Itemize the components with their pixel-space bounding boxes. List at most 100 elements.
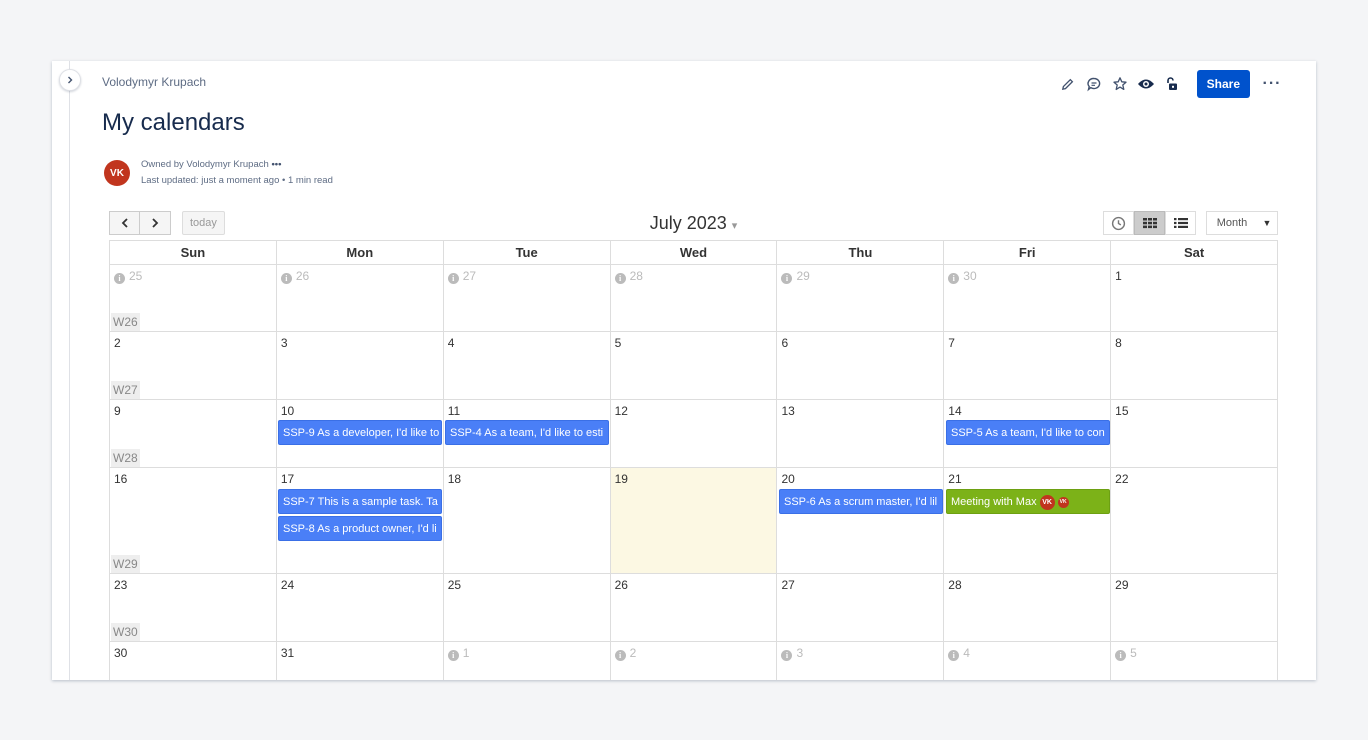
week-number[interactable]: W27 (111, 381, 140, 399)
calendar-event[interactable]: SSP-9 As a developer, I'd like to (278, 420, 442, 445)
list-view-icon[interactable] (1165, 211, 1196, 235)
week-number[interactable]: W29 (111, 555, 140, 573)
day-cell[interactable]: i 29 (777, 265, 945, 331)
day-cell[interactable]: 21 (944, 468, 1112, 573)
week-row: i 25 W26 i 26 i 27 i 28 i 29 i 30 1 (110, 265, 1279, 332)
day-number: 25 (447, 578, 462, 592)
calendar-event[interactable]: SSP-7 This is a sample task. Ta (278, 489, 442, 514)
weekday-thu: Thu (777, 241, 945, 265)
day-cell[interactable]: 2 W27 (110, 332, 277, 399)
day-number: 12 (614, 404, 628, 418)
unlock-icon[interactable] (1159, 71, 1185, 97)
calendar-event[interactable]: SSP-6 As a scrum master, I'd lil (779, 489, 943, 514)
week-number[interactable]: W30 (111, 623, 140, 641)
day-cell[interactable]: i2 (611, 642, 778, 680)
info-icon: i (447, 650, 459, 661)
star-icon[interactable] (1107, 71, 1133, 97)
owner-more-button[interactable]: ••• (271, 159, 281, 170)
weekday-sun: Sun (110, 241, 277, 265)
watch-eye-icon[interactable] (1133, 71, 1159, 97)
next-month-button[interactable] (140, 211, 171, 235)
grid-view-icon[interactable] (1134, 211, 1165, 235)
week-number[interactable]: W28 (111, 449, 140, 467)
day-number: 7 (948, 336, 955, 350)
day-cell[interactable]: i3 (777, 642, 945, 680)
day-number: 21 (948, 472, 962, 486)
day-cell[interactable]: 7 (944, 332, 1112, 399)
day-cell[interactable]: i 28 (611, 265, 778, 331)
day-cell[interactable]: 27 (777, 574, 945, 641)
day-number: 19 (614, 472, 628, 486)
page-title: My calendars (102, 109, 245, 136)
view-select[interactable]: Month ▼ (1206, 211, 1278, 235)
more-icon[interactable]: ··· (1262, 75, 1282, 93)
clock-view-icon[interactable] (1103, 211, 1134, 235)
week-row: 16 W29 17 18 19 20 21 22 SSP-7 This is a … (110, 468, 1279, 574)
day-number: i3 (781, 646, 803, 661)
share-button[interactable]: Share (1196, 70, 1250, 98)
day-cell[interactable]: 20 (777, 468, 945, 573)
day-cell[interactable]: 30 (110, 642, 277, 680)
day-number: 8 (1115, 336, 1122, 350)
day-cell[interactable]: i4 (944, 642, 1112, 680)
day-cell[interactable]: i 25 W26 (110, 265, 277, 331)
day-number: i5 (1115, 646, 1137, 661)
info-icon: i (948, 273, 960, 284)
day-cell[interactable]: 18 (444, 468, 611, 573)
caret-down-icon[interactable]: ▾ (732, 220, 738, 232)
chevron-right-icon (152, 218, 159, 228)
day-cell[interactable]: i 30 (944, 265, 1112, 331)
month-title-text[interactable]: July 2023 (650, 213, 727, 233)
day-cell[interactable]: i1 (444, 642, 611, 680)
info-icon: i (781, 273, 793, 284)
day-number: 4 (447, 336, 455, 350)
day-cell[interactable]: 13 (777, 400, 945, 467)
day-cell-today[interactable]: 19 (610, 468, 778, 573)
day-number: i 28 (614, 269, 643, 284)
day-cell[interactable]: 9 W28 (110, 400, 277, 467)
day-cell[interactable]: 29 (1111, 574, 1279, 641)
day-cell[interactable]: 31 (277, 642, 444, 680)
week-number[interactable]: W26 (111, 313, 140, 331)
day-number: 17 (280, 472, 295, 486)
breadcrumb[interactable]: Volodymyr Krupach (102, 75, 206, 89)
week-row: 23 W30 24 25 26 27 28 29 (110, 574, 1279, 642)
calendar-event[interactable]: SSP-5 As a team, I'd like to con (946, 420, 1110, 445)
caret-down-icon: ▼ (1262, 218, 1272, 228)
comment-icon[interactable] (1081, 71, 1107, 97)
day-cell[interactable]: 4 (444, 332, 611, 399)
day-number: 18 (447, 472, 462, 486)
avatar[interactable]: VK (104, 160, 130, 186)
day-cell[interactable]: 22 (1111, 468, 1279, 573)
day-cell[interactable]: 6 (777, 332, 945, 399)
page-toolbar: Share ··· (1055, 70, 1282, 98)
chevron-left-icon (121, 218, 128, 228)
day-cell[interactable]: 23 W30 (110, 574, 277, 641)
day-cell[interactable]: 24 (277, 574, 444, 641)
day-cell[interactable]: 8 (1111, 332, 1279, 399)
calendar-event[interactable]: SSP-4 As a team, I'd like to esti (445, 420, 609, 445)
day-cell[interactable]: 15 (1111, 400, 1279, 467)
expand-sidebar-button[interactable] (59, 69, 81, 91)
day-cell[interactable]: i 26 (277, 265, 444, 331)
day-cell[interactable]: i 27 (444, 265, 611, 331)
day-cell[interactable]: 26 (611, 574, 778, 641)
day-number: 15 (1115, 404, 1129, 418)
day-cell[interactable]: 12 (611, 400, 778, 467)
weekday-wed: Wed (610, 241, 778, 265)
day-cell[interactable]: 16 W29 (110, 468, 277, 573)
day-cell[interactable]: 3 (277, 332, 444, 399)
day-cell[interactable]: 1 (1111, 265, 1279, 331)
calendar-event-meeting[interactable]: Meeting with Max VK VK (946, 489, 1110, 514)
calendar-event[interactable]: SSP-8 As a product owner, I'd li (278, 516, 442, 541)
prev-month-button[interactable] (109, 211, 140, 235)
day-cell[interactable]: 28 (944, 574, 1112, 641)
day-cell[interactable]: 5 (611, 332, 778, 399)
today-button[interactable]: today (182, 211, 225, 235)
day-cell[interactable]: 25 (444, 574, 611, 641)
day-number: 29 (1115, 578, 1129, 592)
owner-text[interactable]: Owned by Volodymyr Krupach (141, 159, 269, 170)
day-cell[interactable]: i5 (1111, 642, 1279, 680)
info-icon: i (614, 273, 626, 284)
pencil-icon[interactable] (1055, 71, 1081, 97)
